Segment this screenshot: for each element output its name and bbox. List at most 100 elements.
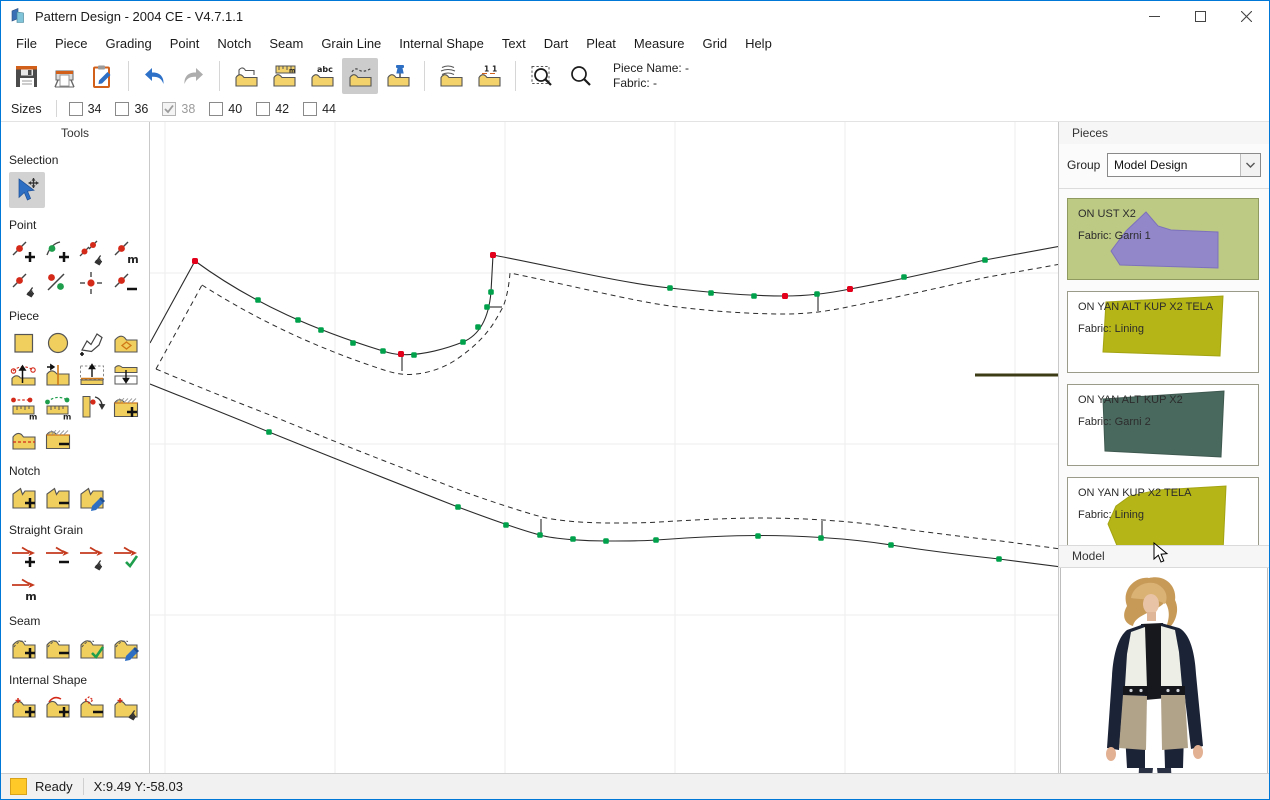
- menu-point[interactable]: Point: [161, 33, 209, 54]
- piece-card-0[interactable]: ON UST X2Fabric: Garni 1: [1067, 198, 1259, 280]
- piece-curve-button[interactable]: [342, 58, 378, 94]
- minimize-button[interactable]: [1131, 1, 1177, 31]
- checkbox-icon[interactable]: [115, 102, 129, 116]
- circle-piece-tool[interactable]: [43, 328, 73, 358]
- menu-notch[interactable]: Notch: [208, 33, 260, 54]
- rectangle-piece-tool[interactable]: [9, 328, 39, 358]
- divide-line-tool[interactable]: [43, 269, 73, 299]
- rotate-piece-tool[interactable]: [77, 392, 107, 422]
- clipboard-icon: [89, 63, 116, 90]
- drag-point-tool[interactable]: ☛: [9, 269, 39, 299]
- menu-help[interactable]: Help: [736, 33, 781, 54]
- circle-icon: [44, 329, 72, 357]
- measure-line-tool[interactable]: m: [9, 392, 39, 422]
- ruler-curve-icon: m: [44, 393, 72, 421]
- maximize-button[interactable]: [1177, 1, 1223, 31]
- pieces-panel-title: Pieces: [1059, 122, 1269, 144]
- svg-text:1: 1: [484, 64, 489, 73]
- add-seam-tool[interactable]: [9, 633, 39, 663]
- menu-dart[interactable]: Dart: [535, 33, 578, 54]
- zoom-area-button[interactable]: [524, 58, 560, 94]
- checkbox-icon[interactable]: [209, 102, 223, 116]
- remove-grain-tool[interactable]: [43, 542, 73, 572]
- menu-measure[interactable]: Measure: [625, 33, 694, 54]
- extract-piece-tool[interactable]: [77, 360, 107, 390]
- select-move-tool[interactable]: [9, 172, 45, 208]
- piece-card-3[interactable]: ON YAN KUP X2 TELAFabric: Lining: [1067, 477, 1259, 545]
- size-checkbox-38[interactable]: 38: [162, 102, 195, 116]
- size-checkbox-44[interactable]: 44: [303, 102, 336, 116]
- add-allowance-tool[interactable]: [111, 392, 141, 422]
- section-label-piece: Piece: [1, 300, 149, 327]
- folder-curves-icon: [438, 63, 465, 90]
- size-checkbox-40[interactable]: 40: [209, 102, 242, 116]
- zoom-button[interactable]: [562, 58, 598, 94]
- add-grain-tool[interactable]: [9, 542, 39, 572]
- move-internal-shape-tool[interactable]: ☛: [111, 692, 141, 722]
- piece-name-label: Piece Name: -: [613, 61, 689, 76]
- menu-grain-line[interactable]: Grain Line: [312, 33, 390, 54]
- validate-grain-tool[interactable]: [111, 542, 141, 572]
- edit-seam-tool[interactable]: [111, 633, 141, 663]
- add-curve-point-tool[interactable]: [43, 237, 73, 267]
- piece-pin-button[interactable]: [380, 58, 416, 94]
- move-point-tool[interactable]: ☛: [77, 237, 107, 267]
- model-panel-title: Model: [1059, 545, 1269, 568]
- delete-point-tool[interactable]: [111, 269, 141, 299]
- measure-grain-tool[interactable]: m: [9, 574, 39, 604]
- validate-seam-tool[interactable]: [77, 633, 107, 663]
- plot-button[interactable]: [46, 58, 82, 94]
- size-checkbox-36[interactable]: 36: [115, 102, 148, 116]
- menu-piece[interactable]: Piece: [46, 33, 97, 54]
- edit-notes-button[interactable]: [84, 58, 120, 94]
- copy-points-piece-tool[interactable]: [9, 360, 39, 390]
- merge-piece-tool[interactable]: [111, 360, 141, 390]
- undo-button[interactable]: [137, 58, 173, 94]
- open-piece-button[interactable]: [228, 58, 264, 94]
- piece-card-2[interactable]: ON YAN ALT KUP X2Fabric: Garni 2: [1067, 384, 1259, 466]
- align-point-tool[interactable]: [77, 269, 107, 299]
- pattern-canvas[interactable]: [150, 122, 1058, 777]
- redo-button[interactable]: [175, 58, 211, 94]
- remove-allowance-tool[interactable]: [43, 424, 73, 454]
- checkbox-icon[interactable]: [162, 102, 176, 116]
- size-checkbox-42[interactable]: 42: [256, 102, 289, 116]
- group-select[interactable]: Model Design: [1107, 153, 1261, 177]
- save-button[interactable]: [8, 58, 44, 94]
- add-internal-shape-tool[interactable]: [9, 692, 39, 722]
- checkbox-icon[interactable]: [256, 102, 270, 116]
- remove-notch-tool[interactable]: [43, 483, 73, 513]
- move-grain-tool[interactable]: ☛: [77, 542, 107, 572]
- chevron-down-icon[interactable]: [1240, 154, 1260, 176]
- menu-grid[interactable]: Grid: [694, 33, 737, 54]
- split-piece-tool[interactable]: [9, 424, 39, 454]
- menu-internal-shape[interactable]: Internal Shape: [390, 33, 493, 54]
- freeform-piece-tool[interactable]: [77, 328, 107, 358]
- add-internal-curve-tool[interactable]: [43, 692, 73, 722]
- piece-title: ON YAN ALT KUP X2: [1078, 394, 1183, 406]
- piece-measure-button[interactable]: m: [266, 58, 302, 94]
- close-button[interactable]: [1223, 1, 1269, 31]
- piece-grading-button[interactable]: 11: [471, 58, 507, 94]
- piece-text-button[interactable]: abc: [304, 58, 340, 94]
- main-area: Tools SelectionPoint☛m☛PiecemmNotchStrai…: [1, 122, 1269, 777]
- remove-internal-shape-tool[interactable]: [77, 692, 107, 722]
- piece-card-1[interactable]: ON YAN ALT KUP X2 TELAFabric: Lining: [1067, 291, 1259, 373]
- add-notch-tool[interactable]: [9, 483, 39, 513]
- checkbox-icon[interactable]: [303, 102, 317, 116]
- remove-seam-tool[interactable]: [43, 633, 73, 663]
- menu-seam[interactable]: Seam: [260, 33, 312, 54]
- measure-curve-tool[interactable]: m: [43, 392, 73, 422]
- inner-shape-piece-tool[interactable]: [111, 328, 141, 358]
- add-point-tool[interactable]: [9, 237, 39, 267]
- menu-text[interactable]: Text: [493, 33, 535, 54]
- menu-file[interactable]: File: [7, 33, 46, 54]
- edit-notch-tool[interactable]: [77, 483, 107, 513]
- menu-grading[interactable]: Grading: [96, 33, 160, 54]
- size-checkbox-34[interactable]: 34: [69, 102, 102, 116]
- piece-seam-button[interactable]: [433, 58, 469, 94]
- measure-point-tool[interactable]: m: [111, 237, 141, 267]
- split-vertical-piece-tool[interactable]: [43, 360, 73, 390]
- checkbox-icon[interactable]: [69, 102, 83, 116]
- menu-pleat[interactable]: Pleat: [577, 33, 625, 54]
